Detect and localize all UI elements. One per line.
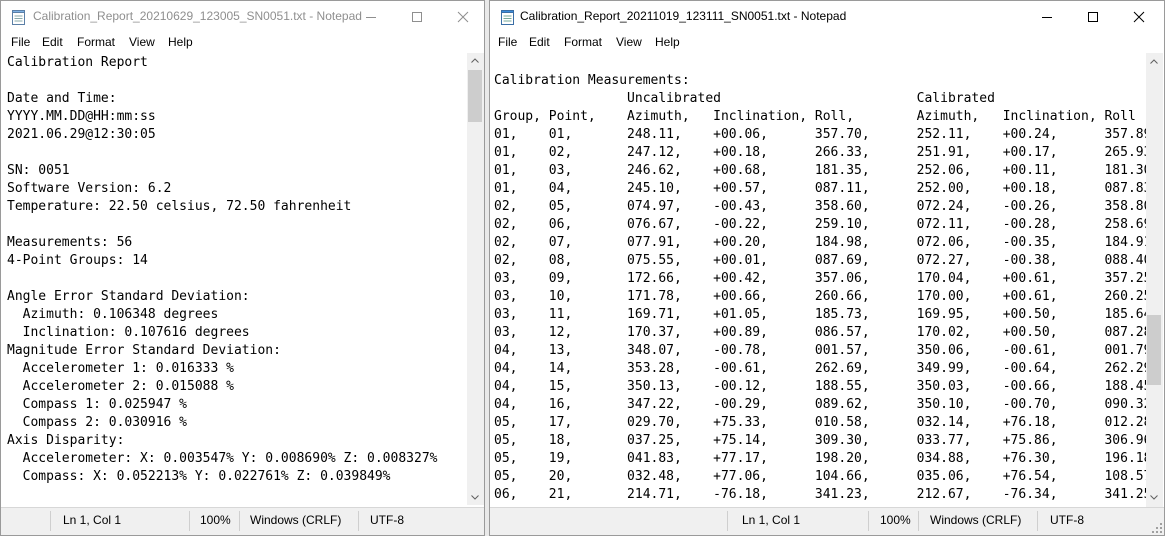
scrollbar-thumb[interactable] (1147, 315, 1161, 385)
document-text: Calibration Measurements: Uncalibrated C… (494, 73, 1146, 502)
menu-view[interactable]: View (616, 35, 642, 49)
menu-help[interactable]: Help (655, 35, 680, 49)
menu-edit[interactable]: Edit (42, 35, 63, 49)
menu-bar: File Edit Format View Help (1, 34, 484, 53)
line-ending: Windows (CRLF) (930, 513, 1022, 527)
menu-edit[interactable]: Edit (529, 35, 550, 49)
window-title: Calibration_Report_20211019_123111_SN005… (520, 9, 847, 23)
menu-help[interactable]: Help (168, 35, 193, 49)
menu-file[interactable]: File (498, 35, 517, 49)
menu-format[interactable]: Format (564, 35, 602, 49)
zoom-level: 100% (880, 513, 911, 527)
close-button[interactable] (440, 1, 484, 34)
scroll-down-arrow-icon[interactable] (1150, 495, 1158, 500)
title-bar[interactable]: Calibration_Report_20210629_123005_SN005… (1, 1, 484, 34)
minimize-icon (1042, 17, 1052, 18)
vertical-scrollbar[interactable] (1146, 53, 1163, 508)
encoding: UTF-8 (370, 513, 404, 527)
menu-file[interactable]: File (11, 35, 30, 49)
document-text: Calibration Report Date and Time: YYYY.M… (7, 55, 438, 484)
scroll-up-arrow-icon[interactable] (471, 58, 479, 63)
close-icon (1133, 11, 1145, 23)
scrollbar-thumb[interactable] (468, 70, 482, 122)
cursor-position: Ln 1, Col 1 (63, 513, 122, 527)
status-bar: Ln 1, Col 1 100% Windows (CRLF) UTF-8 (490, 507, 1164, 535)
menu-view[interactable]: View (129, 35, 155, 49)
notepad-icon (12, 10, 25, 25)
line-ending: Windows (CRLF) (250, 513, 342, 527)
vertical-scrollbar[interactable] (467, 53, 484, 505)
close-icon (457, 11, 469, 23)
maximize-icon (412, 12, 422, 22)
notepad-window-left[interactable]: Calibration_Report_20210629_123005_SN005… (0, 0, 485, 536)
text-editor[interactable]: Calibration Measurements: Uncalibrated C… (490, 53, 1146, 508)
resize-grip-icon[interactable] (1152, 523, 1162, 533)
maximize-button[interactable] (394, 1, 440, 34)
minimize-button[interactable] (348, 1, 394, 34)
scroll-up-arrow-icon[interactable] (1150, 59, 1158, 64)
close-button[interactable] (1116, 1, 1162, 34)
window-title: Calibration_Report_20210629_123005_SN005… (33, 9, 362, 23)
zoom-level: 100% (200, 513, 231, 527)
encoding: UTF-8 (1050, 513, 1084, 527)
text-editor[interactable]: Calibration Report Date and Time: YYYY.M… (1, 53, 467, 505)
title-bar[interactable]: Calibration_Report_20211019_123111_SN005… (490, 1, 1164, 34)
menu-bar: File Edit Format View Help (490, 34, 1164, 53)
notepad-window-right[interactable]: Calibration_Report_20211019_123111_SN005… (489, 0, 1165, 536)
menu-format[interactable]: Format (77, 35, 115, 49)
maximize-icon (1088, 12, 1098, 22)
notepad-icon (501, 10, 514, 25)
cursor-position: Ln 1, Col 1 (742, 513, 801, 527)
minimize-icon (366, 17, 376, 18)
minimize-button[interactable] (1024, 1, 1070, 34)
maximize-button[interactable] (1070, 1, 1116, 34)
scroll-down-arrow-icon[interactable] (471, 495, 479, 500)
status-bar: Ln 1, Col 1 100% Windows (CRLF) UTF-8 (1, 507, 484, 535)
